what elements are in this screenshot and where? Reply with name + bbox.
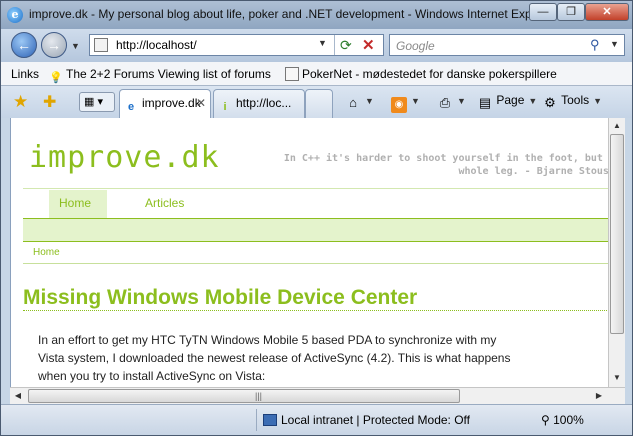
tools-menu[interactable]: ⚙ Tools ▼ xyxy=(542,93,602,111)
maximize-button[interactable]: ❐ xyxy=(557,3,585,21)
scroll-down-icon[interactable]: ▼ xyxy=(609,370,625,386)
vertical-scrollbar[interactable]: ▲ ▼ xyxy=(608,118,625,387)
breadcrumb[interactable]: Home xyxy=(33,247,60,258)
scroll-up-icon[interactable]: ▲ xyxy=(609,118,625,134)
tab-label: http://loc... xyxy=(236,96,292,110)
lightbulb-icon: 💡 xyxy=(49,72,63,84)
vertical-scroll-thumb[interactable] xyxy=(610,134,624,334)
tagline-line: In C++ it's harder to shoot yourself in … xyxy=(283,153,608,164)
feeds-dropdown-icon[interactable]: ▼ xyxy=(411,96,420,106)
printer-icon: ⎙ xyxy=(439,95,451,110)
refresh-icon[interactable]: ⟳ xyxy=(340,37,352,54)
page-icon xyxy=(285,67,299,81)
recent-pages-dropdown-icon[interactable]: ▼ xyxy=(71,41,80,51)
address-bar[interactable]: http://localhost/ ▼ ⟳ ✕ xyxy=(89,34,384,56)
tools-menu-label: Tools xyxy=(561,93,590,107)
title-bar[interactable]: e improve.dk - My personal blog about li… xyxy=(1,1,632,29)
close-button[interactable]: ✕ xyxy=(585,3,629,21)
tagline: In C++ it's harder to shoot yourself in … xyxy=(281,152,608,178)
page-menu-icon: ▤ xyxy=(478,95,492,110)
status-divider xyxy=(256,409,257,431)
favorites-center-icon[interactable]: ★ xyxy=(13,92,28,112)
title-divider xyxy=(23,310,608,311)
status-bar: Local intranet | Protected Mode: Off ⚲ 1… xyxy=(1,404,632,435)
navigation-bar: ← → ▼ http://localhost/ ▼ ⟳ ✕ Google ⚲ ▼ xyxy=(1,29,632,62)
body-line: Vista system, I downloaded the newest re… xyxy=(38,351,511,365)
close-tab-icon[interactable]: ✕ xyxy=(196,96,206,110)
add-to-favorites-icon[interactable]: ✚ xyxy=(43,92,56,112)
search-options-dropdown-icon[interactable]: ▼ xyxy=(610,39,619,49)
tab-improve-dk[interactable]: e improve.dk ✕ xyxy=(119,89,211,118)
forward-button[interactable]: → xyxy=(41,32,67,58)
gear-icon: ⚙ xyxy=(544,95,556,110)
tab-row: ★ ✚ ▦ ▾ e improve.dk ✕ i http://loc... ⌂ ▼ … xyxy=(1,86,632,118)
links-label: Links xyxy=(11,67,40,81)
quick-tabs-icon: ▦ ▾ xyxy=(84,96,103,108)
scroll-grip-icon: ||| xyxy=(255,391,263,401)
ie-logo-icon: e xyxy=(7,7,23,23)
blog-title[interactable]: improve.dk xyxy=(29,140,220,175)
address-dropdown-icon[interactable]: ▼ xyxy=(318,38,327,48)
tagline-line: whole leg. - Bjarne Stoustr xyxy=(458,166,608,177)
new-tab-button[interactable] xyxy=(305,89,333,118)
back-button[interactable]: ← xyxy=(11,32,37,58)
body-line: when you try to install ActiveSync on Vi… xyxy=(38,369,266,383)
tab-label: improve.dk xyxy=(142,96,201,110)
home-icon: ⌂ xyxy=(349,95,357,110)
search-input[interactable]: Google xyxy=(396,39,435,53)
minimize-button[interactable]: — xyxy=(529,3,557,21)
address-divider xyxy=(334,35,335,55)
info-page-icon: i xyxy=(223,101,227,113)
links-bar: Links 💡 The 2+2 Forums Viewing list of fo… xyxy=(1,62,632,86)
sub-nav-band xyxy=(23,218,608,242)
feeds-button[interactable]: ◉ ▼ xyxy=(391,93,420,113)
print-dropdown-icon[interactable]: ▼ xyxy=(457,96,466,106)
link-2plus2-forums[interactable]: 💡 The 2+2 Forums Viewing list of forums xyxy=(49,67,271,85)
tab-localhost[interactable]: i http://loc... xyxy=(213,89,305,118)
nav-articles[interactable]: Articles xyxy=(135,190,194,218)
site-nav: Home Articles xyxy=(23,188,608,218)
page-menu-label: Page xyxy=(496,93,525,107)
horizontal-scrollbar[interactable]: ◀ ||| ▶ xyxy=(10,387,625,404)
forward-arrow-icon: → xyxy=(47,37,61,53)
page-menu[interactable]: ▤ Page ▼ xyxy=(477,93,537,111)
link-label: The 2+2 Forums Viewing list of forums xyxy=(66,67,271,81)
home-dropdown-icon[interactable]: ▼ xyxy=(365,96,374,106)
tools-dropdown-icon[interactable]: ▼ xyxy=(593,96,602,106)
security-zone[interactable]: Local intranet | Protected Mode: Off xyxy=(263,413,470,427)
scroll-right-icon[interactable]: ▶ xyxy=(591,388,607,404)
zoom-level[interactable]: ⚲ 100% xyxy=(541,413,584,427)
back-arrow-icon: ← xyxy=(17,37,31,53)
nav-home[interactable]: Home xyxy=(49,190,107,218)
stop-icon[interactable]: ✕ xyxy=(362,36,375,54)
quick-tabs-button[interactable]: ▦ ▾ xyxy=(79,92,115,112)
search-box[interactable]: Google ⚲ ▼ xyxy=(389,34,625,56)
search-icon[interactable]: ⚲ xyxy=(590,37,600,53)
body-line: In an effort to get my HTC TyTN Windows … xyxy=(38,333,497,347)
link-label: PokerNet - mødestedet for danske pokersp… xyxy=(302,67,557,81)
link-pokernet[interactable]: PokerNet - mødestedet for danske pokersp… xyxy=(285,67,557,81)
breadcrumb-divider xyxy=(23,263,608,264)
zoom-icon: ⚲ xyxy=(541,413,554,427)
post-title[interactable]: Missing Windows Mobile Device Center xyxy=(23,286,417,310)
print-button[interactable]: ⎙ ▼ xyxy=(437,93,466,111)
post-body: In an effort to get my HTC TyTN Windows … xyxy=(38,331,608,385)
rss-feed-icon: ◉ xyxy=(391,97,407,113)
window-title: improve.dk - My personal blog about life… xyxy=(29,7,529,21)
horizontal-scroll-thumb[interactable]: ||| xyxy=(28,389,460,403)
browser-window: e improve.dk - My personal blog about li… xyxy=(0,0,633,436)
scroll-left-icon[interactable]: ◀ xyxy=(10,388,26,404)
security-zone-label: Local intranet | Protected Mode: Off xyxy=(281,413,470,427)
ie-page-icon: e xyxy=(127,101,135,113)
page-viewport: improve.dk In C++ it's harder to shoot y… xyxy=(10,118,608,387)
intranet-zone-icon xyxy=(263,414,277,426)
home-button[interactable]: ⌂ ▼ xyxy=(345,93,374,111)
address-input[interactable]: http://localhost/ xyxy=(116,38,197,52)
page-dropdown-icon[interactable]: ▼ xyxy=(528,96,537,106)
page-icon xyxy=(94,38,108,52)
zoom-label: 100% xyxy=(553,413,584,427)
